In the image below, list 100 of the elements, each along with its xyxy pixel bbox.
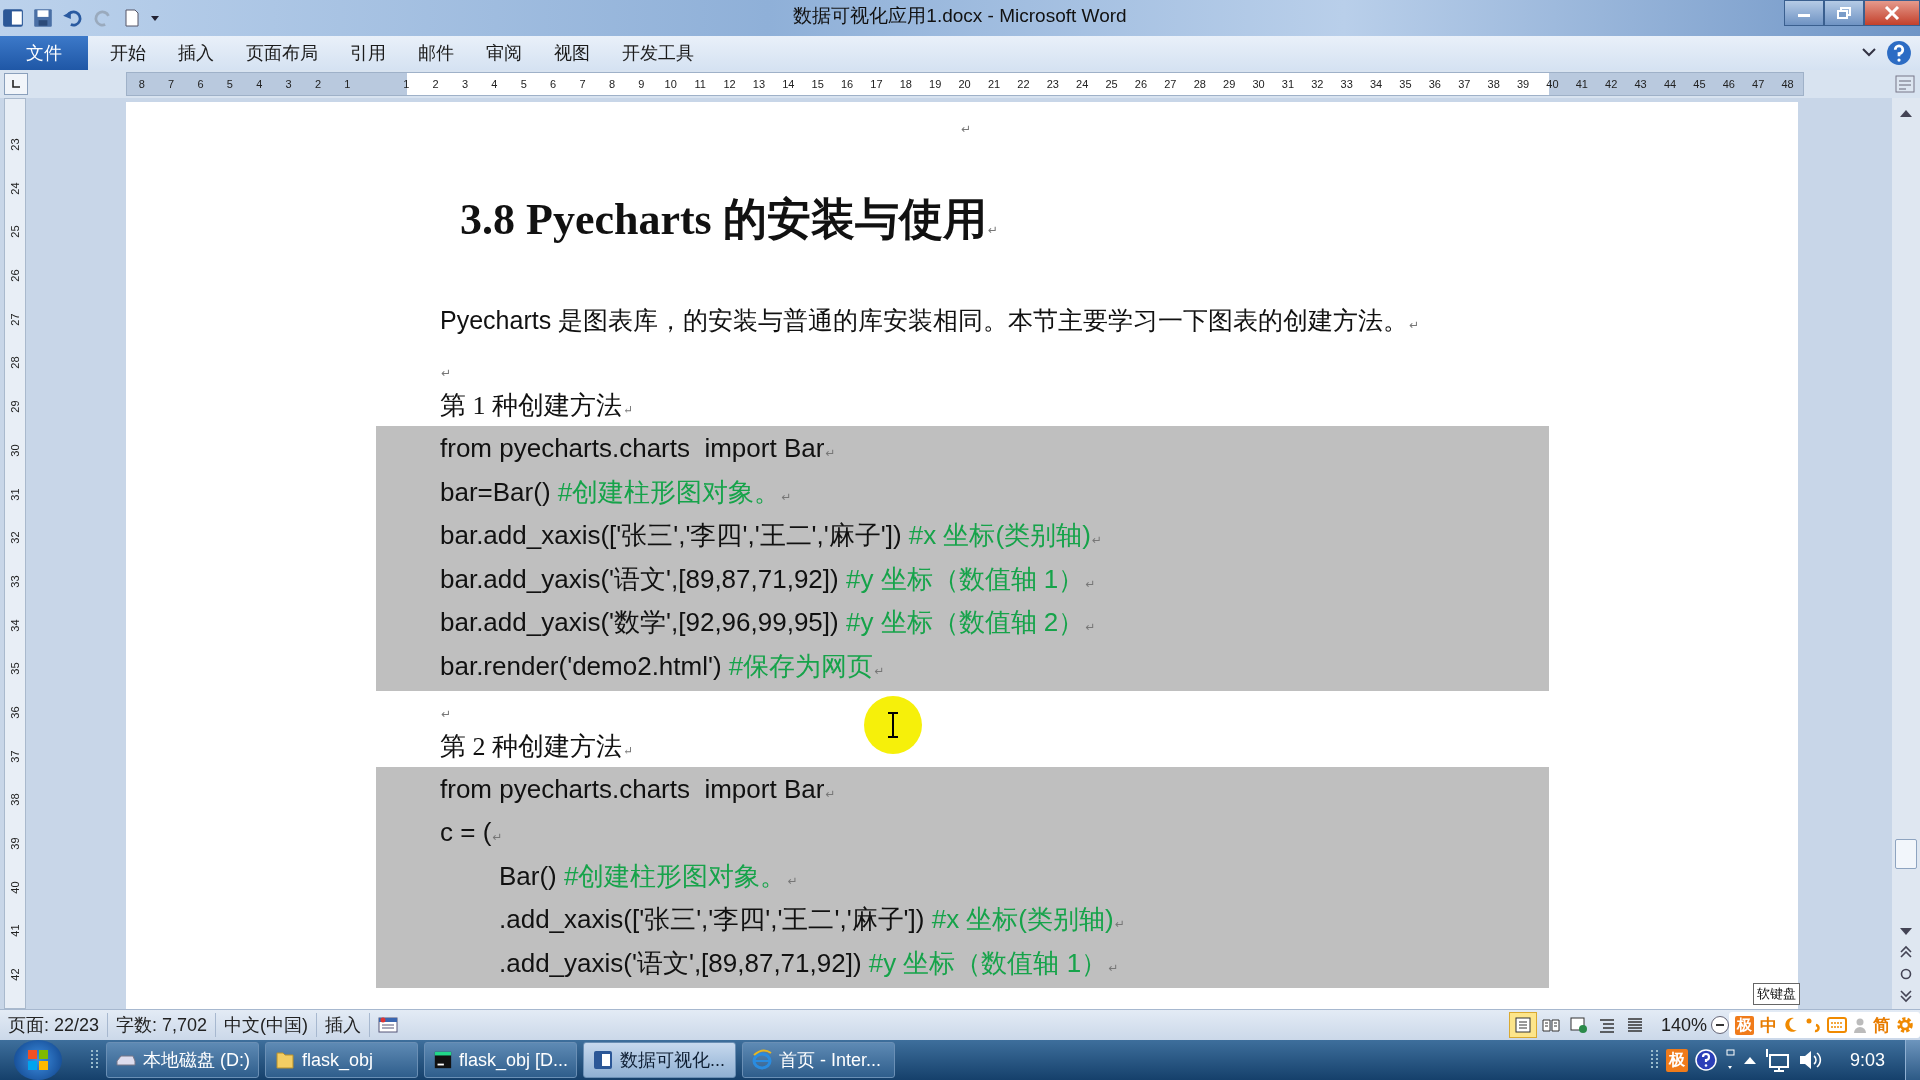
paragraph-mark: ↵ <box>1085 620 1096 635</box>
ruler-number: 12 <box>722 78 737 90</box>
ruler-number: 8 <box>137 78 146 90</box>
browse-object-icon[interactable] <box>1899 967 1913 981</box>
clock[interactable]: 9:03 <box>1849 1049 1885 1071</box>
ribbon-tab[interactable]: 页面布局 <box>230 36 334 70</box>
ruler-number: 6 <box>549 78 558 90</box>
ruler-number: 24 <box>8 181 22 197</box>
code-text: bar.add_yaxis('语文',[89,87,71,92]) <box>440 562 840 596</box>
section-heading: 3.8 Pyecharts 的安装与使用 <box>460 195 987 244</box>
scroll-down-icon[interactable] <box>1899 927 1913 937</box>
ruler-number: 7 <box>167 78 176 90</box>
restore-button[interactable] <box>1824 0 1864 26</box>
ruler-number: 44 <box>1662 78 1678 90</box>
help-icon[interactable] <box>1693 1048 1718 1072</box>
macro-record-icon[interactable] <box>378 1016 399 1034</box>
ruler-number: 29 <box>1222 78 1237 90</box>
ruler-number: 36 <box>1427 78 1442 90</box>
taskbar-button[interactable]: 本地磁盘 (D:) <box>106 1042 259 1078</box>
new-document-icon[interactable] <box>122 7 142 29</box>
ruler-number: 41 <box>8 924 22 940</box>
ribbon-tab[interactable]: 视图 <box>538 36 606 70</box>
dropdown-caret-icon[interactable] <box>150 13 160 23</box>
ruler-number: 39 <box>8 836 22 852</box>
paragraph-mark: ↵ <box>441 366 452 380</box>
code-text: c = ( <box>440 816 492 850</box>
code-text: bar.add_yaxis('数学',[92,96,99,95]) <box>440 606 840 640</box>
taskbar-button[interactable]: flask_obj <box>265 1042 418 1078</box>
body-paragraph: Pyecharts 是图表库，的安装与普通的库安装相同。本节主要学习一下图表的创建方法。 <box>440 306 1409 334</box>
next-page-icon[interactable] <box>1899 989 1913 1003</box>
ruler-number: 34 <box>8 618 22 634</box>
ribbon-tab[interactable]: 插入 <box>162 36 230 70</box>
ribbon-tab[interactable]: 开发工具 <box>606 36 710 70</box>
code-text: bar.render('demo2.html') <box>440 649 723 683</box>
ruler-number: 18 <box>898 78 913 90</box>
status-item[interactable]: 页面: 22/23 <box>0 1013 109 1037</box>
code-comment: #保存为网页 <box>728 650 874 681</box>
ruler-number: 16 <box>839 78 855 90</box>
network-icon[interactable] <box>1763 1047 1792 1073</box>
zoom-level[interactable]: 140% <box>1660 1014 1707 1036</box>
ruler-number: 3 <box>284 78 293 90</box>
taskbar-button[interactable]: 首页 - Inter... <box>742 1042 895 1078</box>
soft-keyboard-tooltip: 软键盘 <box>1753 983 1800 1005</box>
ruler-number: 30 <box>8 443 22 459</box>
ruler-number: 45 <box>1692 78 1707 90</box>
zoom-out-button[interactable] <box>1711 1016 1729 1034</box>
ruler-number: 27 <box>8 312 22 328</box>
ruler-number: 32 <box>1310 78 1325 90</box>
code-comment: #创建柱形图对象。 <box>557 476 781 507</box>
ruler-number: 38 <box>8 792 22 809</box>
ruler-number: 27 <box>1163 78 1178 90</box>
paragraph-mark: ↵ <box>874 663 885 678</box>
vertical-scrollbar[interactable] <box>1892 98 1920 1009</box>
tab-selector-button[interactable] <box>4 73 28 95</box>
ruler-number: 43 <box>1633 78 1648 90</box>
start-button[interactable] <box>14 1040 62 1080</box>
ruler-number: 28 <box>1192 78 1207 90</box>
scroll-up-icon[interactable] <box>1899 108 1913 118</box>
app-icon <box>751 1049 773 1071</box>
code-comment: #x 坐标(类别轴) <box>908 520 1091 551</box>
ruler-number: 47 <box>1751 78 1766 90</box>
ruler-number: 46 <box>1721 78 1736 90</box>
ruler-number: 39 <box>1515 78 1531 90</box>
method-label: 第 1 种创建方法 <box>440 391 622 420</box>
ruler-number: 35 <box>1398 78 1413 90</box>
help-icon[interactable] <box>1886 40 1912 66</box>
paragraph-mark: ↵ <box>1114 917 1125 932</box>
code-text: from pyecharts.charts import Bar <box>440 432 825 465</box>
previous-page-icon[interactable] <box>1899 945 1913 959</box>
show-desktop-button[interactable] <box>1905 1040 1920 1080</box>
taskbar-button[interactable]: flask_obj [D... <box>424 1042 577 1078</box>
ruler-number: 2 <box>431 78 440 90</box>
expand-ribbon-icon[interactable] <box>1862 47 1876 59</box>
ribbon-tab[interactable]: 引用 <box>334 36 402 70</box>
ruler-number: 37 <box>1457 78 1472 90</box>
ruler-number: 24 <box>1075 78 1090 90</box>
window-title: 数据可视化应用1.docx - Microsoft Word <box>792 4 1128 28</box>
status-item[interactable]: 字数: 7,702 <box>108 1013 217 1037</box>
ruler-number: 10 <box>663 78 678 90</box>
ruler-number: 5 <box>519 78 528 90</box>
minimize-button[interactable] <box>1784 0 1824 26</box>
ribbon-tab[interactable]: 开始 <box>94 36 162 70</box>
ruler-number: 30 <box>1251 78 1266 90</box>
ruler-number: 17 <box>869 78 884 90</box>
view-button[interactable] <box>1508 1012 1537 1038</box>
ribbon-tab[interactable]: 审阅 <box>470 36 538 70</box>
close-button[interactable] <box>1864 0 1920 26</box>
settings-icon[interactable] <box>1896 1016 1914 1034</box>
paragraph-mark: ↵ <box>987 223 998 237</box>
taskbar-button[interactable]: 数据可视化... <box>583 1042 736 1078</box>
ribbon-tab[interactable]: 邮件 <box>402 36 470 70</box>
ruler-number: 35 <box>8 661 22 678</box>
paragraph-mark: ↵ <box>961 122 972 136</box>
ruler-number: 7 <box>578 78 587 90</box>
save-icon[interactable] <box>32 7 54 29</box>
scroll-thumb[interactable] <box>1895 839 1917 869</box>
volume-icon[interactable] <box>1797 1048 1824 1072</box>
status-item[interactable]: 中文(中国) <box>216 1013 318 1037</box>
ruler-number: 36 <box>8 705 22 721</box>
status-item[interactable]: 插入 <box>317 1013 371 1037</box>
